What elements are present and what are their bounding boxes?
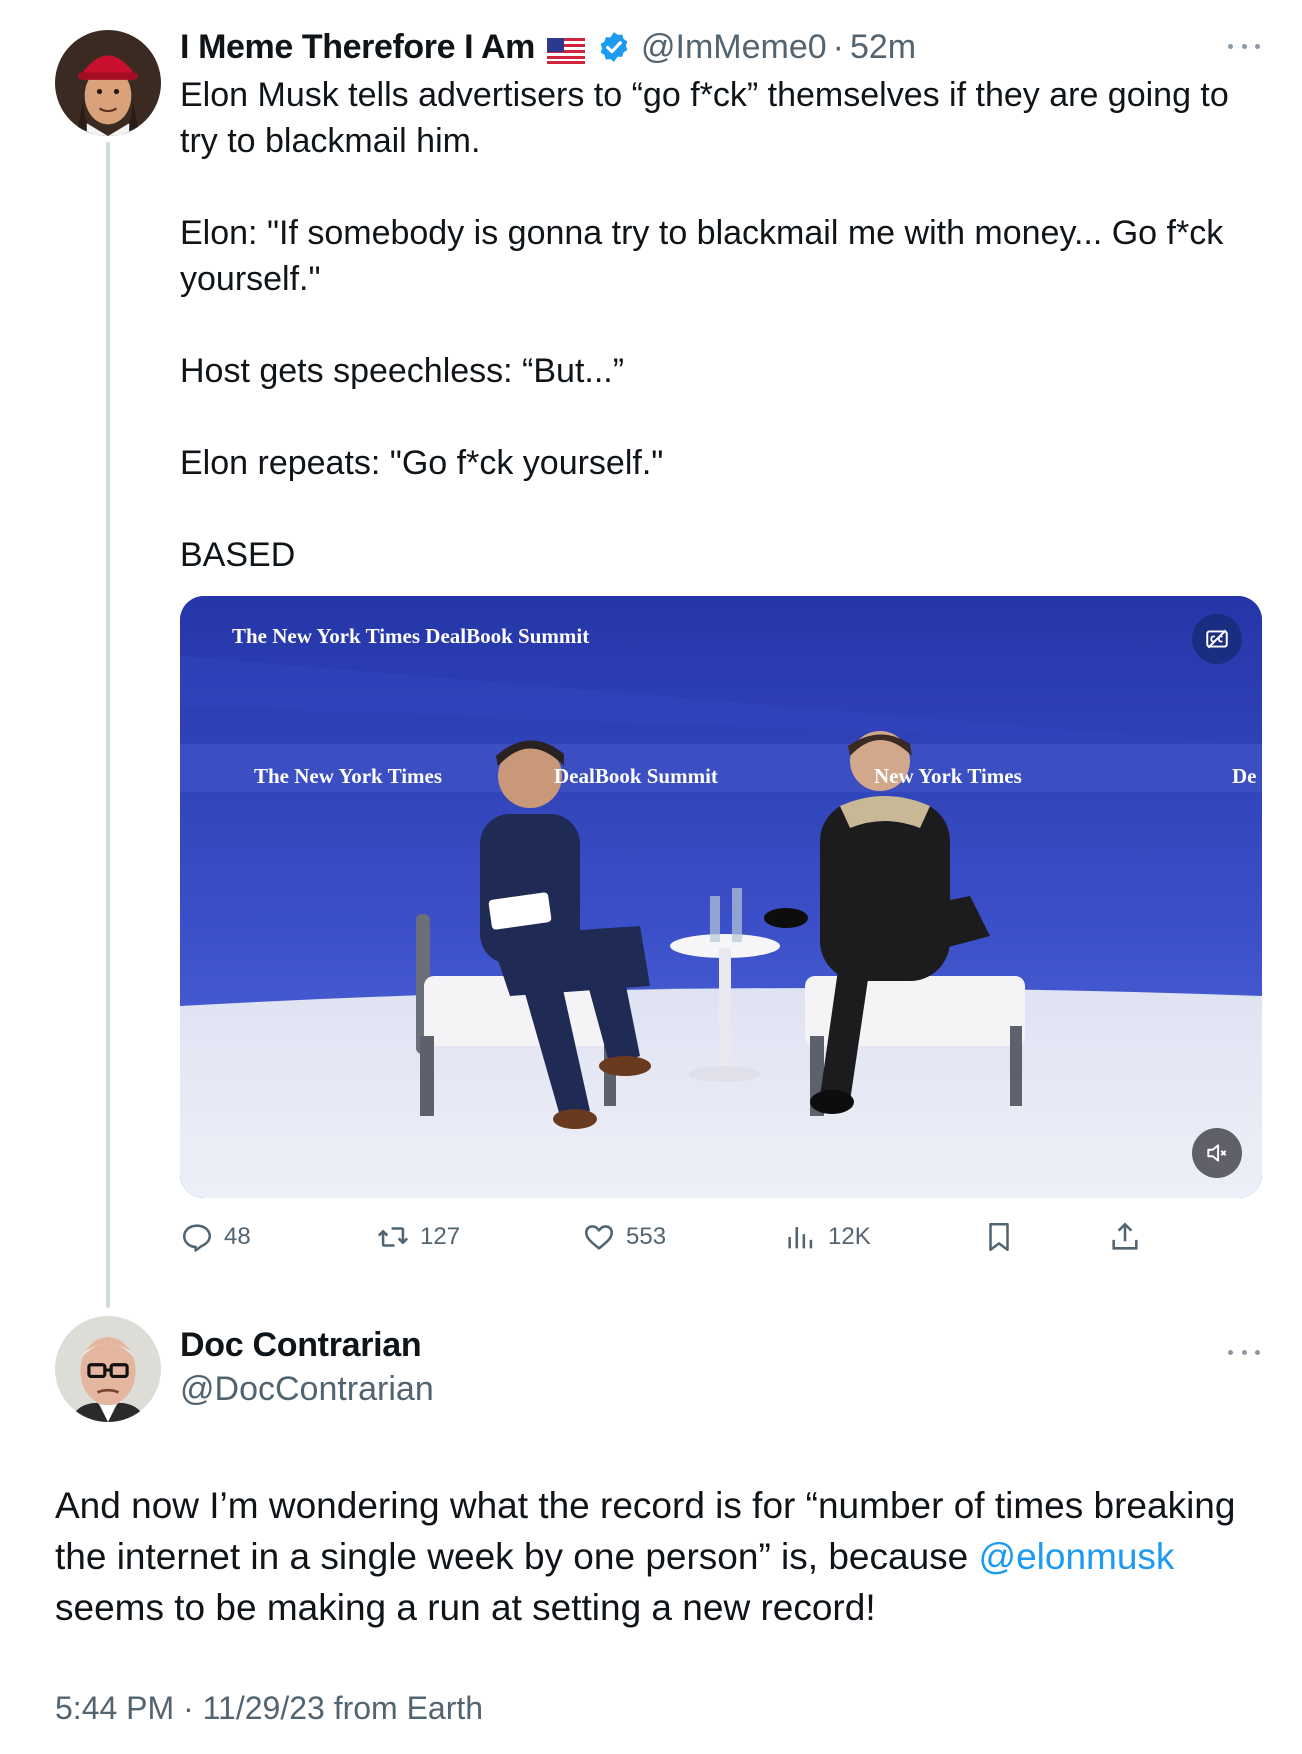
bookmark-icon [989, 1222, 1009, 1252]
separator-dot: · [832, 27, 844, 66]
retweet-count: 127 [420, 1223, 461, 1250]
tweet-paragraph: Host gets speechless: “But...” [180, 352, 625, 390]
video-band-text: The New York Times [254, 764, 443, 788]
share-icon [1112, 1222, 1138, 1250]
tweet-paragraph: Elon repeats: "Go f*ck yourself." [180, 444, 664, 482]
retweet-button[interactable]: 127 [376, 1214, 460, 1260]
display-name[interactable]: Doc Contrarian [180, 1326, 422, 1365]
reply-count: 48 [224, 1223, 251, 1250]
video-banner-text: The New York Times DealBook Summit [232, 624, 590, 648]
like-count: 553 [626, 1223, 667, 1250]
video-band-text: DealBook Summit [554, 764, 718, 788]
tweet-age[interactable]: 52m [850, 28, 916, 67]
views-chart-icon [788, 1227, 813, 1249]
more-options-icon[interactable] [1228, 1342, 1260, 1362]
video-frame [180, 596, 1262, 1198]
avatar-image [55, 1316, 161, 1422]
bookmark-button[interactable] [982, 1214, 1026, 1260]
share-button[interactable] [1108, 1214, 1152, 1260]
avatar-image [55, 30, 161, 136]
reply-button[interactable]: 48 [180, 1214, 251, 1260]
mute-icon[interactable] [1192, 1128, 1242, 1178]
user-handle[interactable]: @ImMeme0 [641, 28, 827, 67]
mention-link[interactable]: @elonmusk [979, 1536, 1175, 1577]
more-options-icon[interactable] [1228, 36, 1260, 56]
tweet-text-segment: seems to be making a run at setting a ne… [55, 1587, 876, 1628]
thread-connector-line [106, 142, 110, 1308]
video-band-text: De [1232, 764, 1257, 788]
heart-icon [584, 1225, 614, 1250]
us-flag-icon [547, 34, 585, 64]
tweet-action-bar: 48 127 553 12K [180, 1214, 1180, 1260]
tweet-header: I Meme Therefore I Am @ImMeme0 · 52m [180, 24, 916, 70]
tweet-paragraph: Elon Musk tells advertisers to “go f*ck”… [180, 76, 1229, 160]
avatar-doccontrarian[interactable] [55, 1316, 161, 1422]
verified-badge-icon [597, 30, 631, 64]
main-tweet-text: And now I’m wondering what the record is… [55, 1480, 1245, 1633]
tweet-body: Elon Musk tells advertisers to “go f*ck”… [180, 72, 1260, 578]
video-player[interactable]: The New York Times DealBook Summit The N… [180, 596, 1262, 1198]
tweet-timestamp[interactable]: 5:44 PM · 11/29/23 from Earth [55, 1690, 483, 1727]
display-name[interactable]: I Meme Therefore I Am [180, 28, 535, 67]
view-count: 12K [828, 1223, 871, 1250]
avatar-immeme[interactable] [55, 30, 161, 136]
retweet-icon [377, 1227, 409, 1247]
video-band-text: New York Times [874, 764, 1022, 788]
like-button[interactable]: 553 [582, 1214, 666, 1260]
reply-icon [182, 1224, 212, 1252]
captions-icon[interactable] [1192, 614, 1242, 664]
user-handle[interactable]: @DocContrarian [180, 1370, 434, 1409]
tweet-paragraph: Elon: "If somebody is gonna try to black… [180, 214, 1224, 298]
views-button[interactable]: 12K [784, 1214, 871, 1260]
tweet-paragraph: BASED [180, 536, 296, 574]
